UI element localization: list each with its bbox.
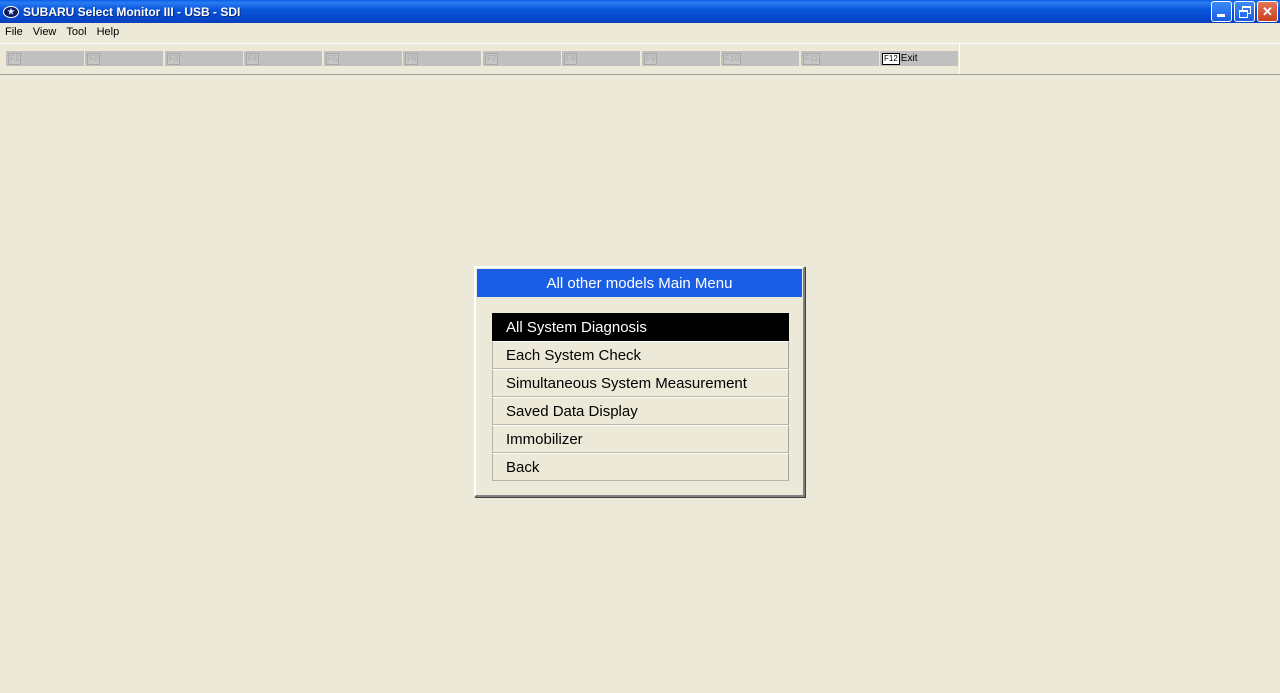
main-menu-dialog: All other models Main Menu All System Di… (474, 266, 805, 497)
menu-view[interactable]: View (28, 23, 62, 42)
close-icon: ✕ (1262, 3, 1273, 19)
window-title-bar[interactable]: SUBARU Select Monitor III - USB - SDI ✕ (0, 0, 1280, 23)
close-button[interactable]: ✕ (1257, 1, 1278, 22)
menu-help[interactable]: Help (92, 23, 125, 42)
dialog-title: All other models Main Menu (477, 269, 802, 297)
f7-button[interactable]: F7 (483, 51, 561, 66)
menu-item-saved-data-display[interactable]: Saved Data Display (492, 397, 789, 425)
f3-button[interactable]: F3 (165, 51, 243, 66)
f6-key-cap: F6 (405, 52, 419, 65)
window-title: SUBARU Select Monitor III - USB - SDI (23, 4, 241, 19)
f6-button[interactable]: F6 (403, 51, 481, 66)
f7-key-cap: F7 (485, 52, 499, 65)
main-menu-list: All System Diagnosis Each System Check S… (492, 313, 789, 481)
f8-key-cap: F8 (564, 52, 578, 65)
menu-item-simultaneous-system-measurement[interactable]: Simultaneous System Measurement (492, 369, 789, 397)
f4-button[interactable]: F4 (244, 51, 322, 66)
f11-key-cap: F11 (803, 52, 821, 65)
f12-exit-button[interactable]: F12 Exit (880, 51, 958, 66)
f12-key-cap: F12 (882, 52, 900, 65)
f4-key-cap: F4 (246, 52, 260, 65)
f9-button[interactable]: F9 (642, 51, 720, 66)
menu-tool[interactable]: Tool (61, 23, 91, 42)
f1-key-cap: F1 (8, 52, 22, 65)
f2-button[interactable]: F2 (85, 51, 163, 66)
f8-button[interactable]: F8 (562, 51, 640, 66)
menu-item-all-system-diagnosis[interactable]: All System Diagnosis (492, 313, 789, 341)
subaru-logo-icon[interactable] (3, 4, 19, 20)
menu-item-immobilizer[interactable]: Immobilizer (492, 425, 789, 453)
function-key-toolbar: F1 F2 F3 F4 F5 F6 F7 F8 F9 F10 F11 F12 Ex… (0, 43, 1280, 74)
f5-button[interactable]: F5 (324, 51, 402, 66)
f12-label: Exit (900, 53, 918, 64)
menu-bar: File View Tool Help (0, 23, 1280, 42)
menu-item-each-system-check[interactable]: Each System Check (492, 341, 789, 369)
f11-button[interactable]: F11 (801, 51, 879, 66)
menu-item-back[interactable]: Back (492, 453, 789, 481)
minimize-icon (1217, 14, 1225, 17)
menu-file[interactable]: File (0, 23, 28, 42)
f5-key-cap: F5 (326, 52, 340, 65)
restore-button[interactable] (1234, 1, 1255, 22)
toolbar-divider (959, 44, 960, 74)
f2-key-cap: F2 (87, 52, 101, 65)
minimize-button[interactable] (1211, 1, 1232, 22)
f1-button[interactable]: F1 (6, 51, 84, 66)
f10-key-cap: F10 (723, 52, 741, 65)
f10-button[interactable]: F10 (721, 51, 799, 66)
f3-key-cap: F3 (167, 52, 181, 65)
f9-key-cap: F9 (644, 52, 658, 65)
